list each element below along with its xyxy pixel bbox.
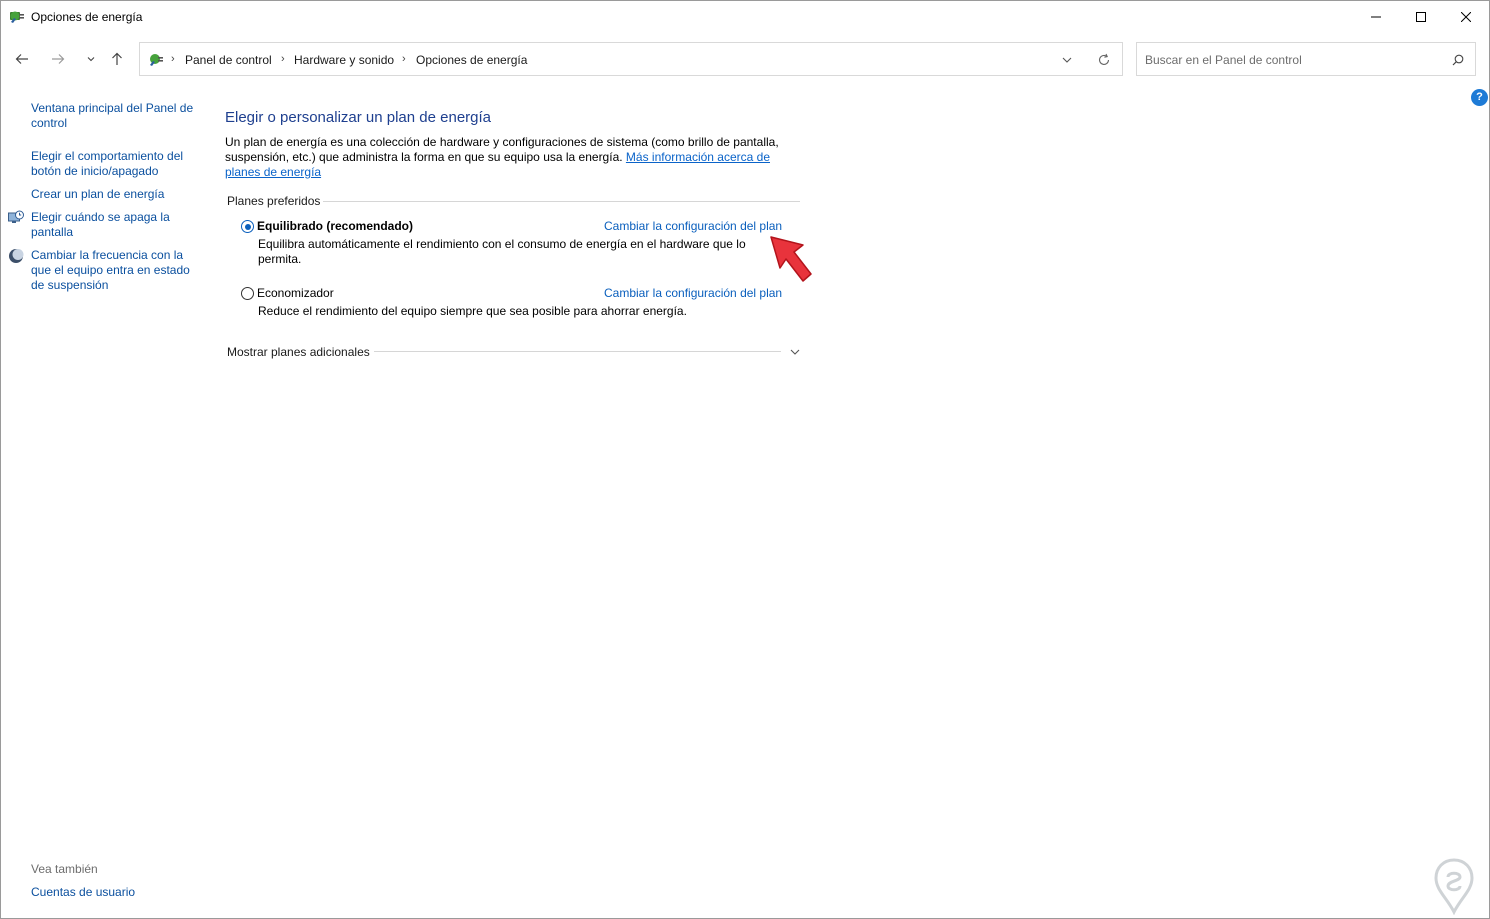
plan-radio-balanced[interactable]	[241, 220, 254, 233]
group-divider	[323, 201, 800, 202]
close-icon	[1461, 11, 1471, 22]
title-bar: Opciones de energía	[1, 1, 1489, 32]
maximize-button[interactable]	[1398, 1, 1444, 32]
preferred-plans-heading: Planes preferidos	[227, 194, 321, 208]
sidebar-link-sleep-settings[interactable]: Cambiar la frecuencia con la que el equi…	[31, 248, 196, 293]
breadcrumb-panel-de-control[interactable]: Panel de control	[185, 53, 272, 67]
recent-locations-button[interactable]	[81, 49, 101, 69]
see-also-heading: Vea también	[31, 862, 98, 876]
forward-button[interactable]	[48, 49, 68, 69]
search-icon[interactable]	[1451, 53, 1465, 67]
address-bar[interactable]: › Panel de control › Hardware y sonido ›…	[139, 42, 1123, 76]
chevron-down-icon	[87, 57, 95, 62]
arrow-up-icon	[112, 52, 122, 65]
sidebar-link-turn-off-display[interactable]: Elegir cuándo se apaga la pantalla	[31, 210, 196, 240]
arrow-right-icon	[52, 54, 65, 64]
sidebar-link-user-accounts[interactable]: Cuentas de usuario	[31, 885, 135, 899]
minimize-icon	[1371, 16, 1381, 17]
watermark-logo-icon	[1434, 858, 1474, 915]
help-icon[interactable]: ?	[1471, 89, 1488, 106]
control-panel-icon	[148, 51, 164, 67]
breadcrumb-hardware-y-sonido[interactable]: Hardware y sonido	[294, 53, 394, 67]
search-box	[1136, 42, 1476, 76]
search-input[interactable]	[1145, 51, 1435, 69]
moon-icon	[8, 248, 24, 264]
back-button[interactable]	[12, 49, 32, 69]
sidebar-link-control-panel-home[interactable]: Ventana principal del Panel de control	[31, 101, 196, 131]
plan-radio-power-saver[interactable]	[241, 287, 254, 300]
minimize-button[interactable]	[1353, 1, 1399, 32]
expand-chevron-icon[interactable]	[789, 346, 801, 358]
maximize-icon	[1416, 11, 1426, 22]
sidebar-link-power-button-behavior[interactable]: Elegir el comportamiento del botón de in…	[31, 149, 196, 179]
chevron-right-icon: ›	[402, 53, 406, 65]
navigation-bar: › Panel de control › Hardware y sonido ›…	[1, 41, 1489, 77]
chevron-down-icon	[1062, 57, 1072, 63]
red-pointer-arrow-icon	[770, 236, 812, 282]
breadcrumb-opciones-de-energia[interactable]: Opciones de energía	[416, 53, 527, 67]
change-plan-settings-balanced[interactable]: Cambiar la configuración del plan	[604, 219, 782, 233]
address-dropdown-button[interactable]	[1060, 53, 1074, 67]
window: Opciones de energía › Panel de control ›…	[0, 0, 1490, 919]
plan-description-balanced: Equilibra automáticamente el rendimiento…	[258, 237, 746, 266]
window-title: Opciones de energía	[31, 10, 143, 24]
page-title: Elegir o personalizar un plan de energía	[225, 109, 492, 126]
group-divider	[374, 351, 781, 352]
refresh-button[interactable]	[1097, 53, 1111, 67]
chevron-right-icon: ›	[171, 53, 175, 65]
power-options-icon	[9, 8, 25, 24]
sidebar-link-create-power-plan[interactable]: Crear un plan de energía	[31, 187, 196, 202]
plan-name-power-saver[interactable]: Economizador	[257, 286, 334, 300]
close-button[interactable]	[1443, 1, 1489, 32]
plan-description-power-saver: Reduce el rendimiento del equipo siempre…	[258, 304, 687, 318]
monitor-clock-icon	[8, 210, 24, 226]
up-button[interactable]	[107, 49, 127, 69]
plan-name-balanced[interactable]: Equilibrado (recomendado)	[257, 219, 413, 233]
refresh-icon	[1098, 53, 1110, 65]
change-plan-settings-power-saver[interactable]: Cambiar la configuración del plan	[604, 286, 782, 300]
chevron-right-icon: ›	[281, 53, 285, 65]
arrow-left-icon	[15, 54, 28, 64]
show-additional-plans-label[interactable]: Mostrar planes adicionales	[227, 345, 370, 359]
page-description: Un plan de energía es una colección de h…	[225, 135, 805, 180]
